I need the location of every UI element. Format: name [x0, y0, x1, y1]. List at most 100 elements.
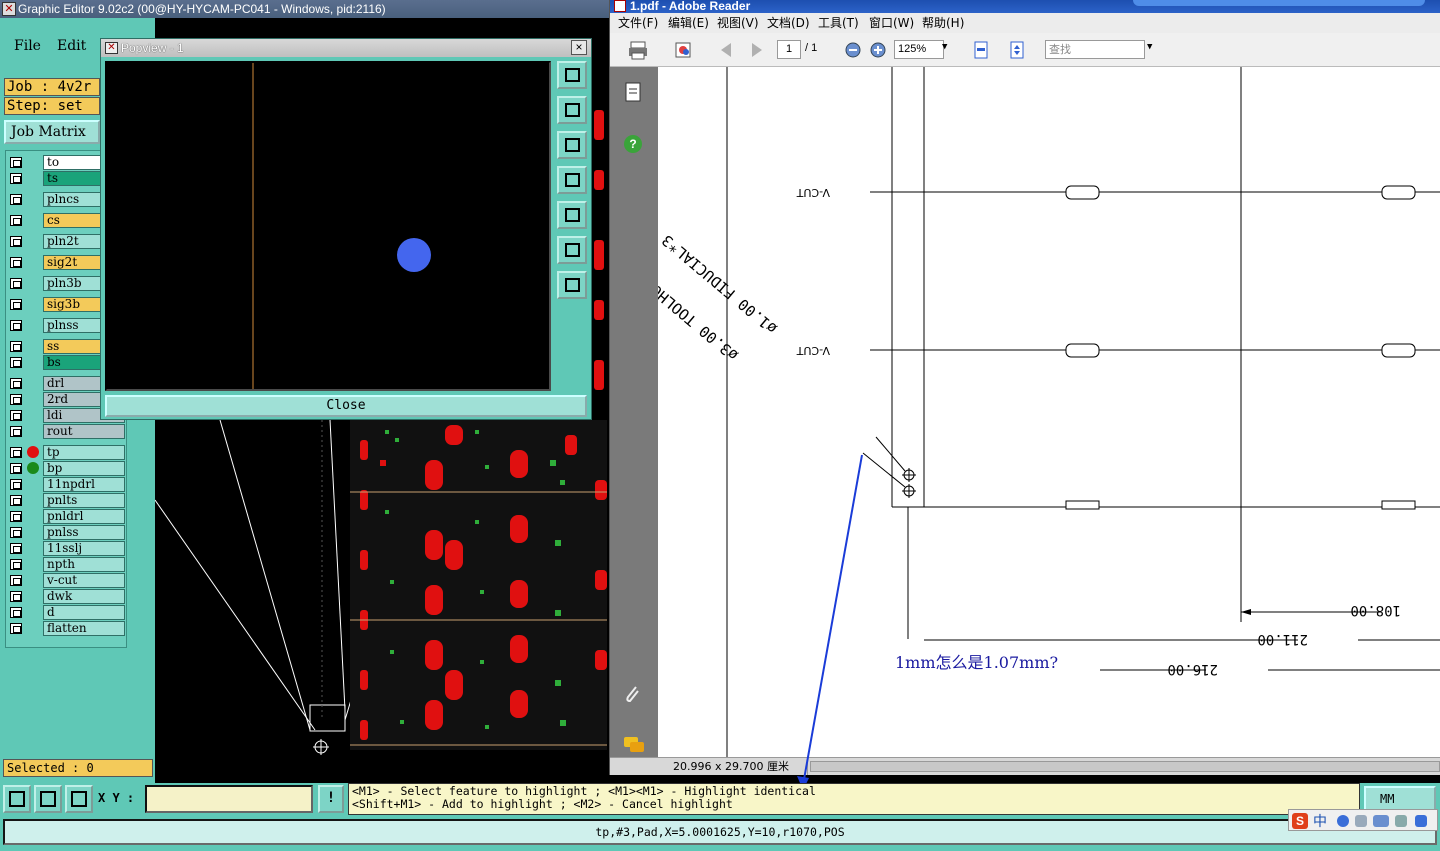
page-number-input[interactable]: 1	[777, 40, 801, 59]
layer-label[interactable]: 11npdrl	[43, 477, 125, 492]
layer-checkbox[interactable]	[10, 447, 22, 458]
popview-close-button[interactable]: Close	[105, 395, 587, 417]
layer-label[interactable]: pnldrl	[43, 509, 125, 524]
layer-checkbox[interactable]	[10, 157, 22, 168]
zoom-out-icon[interactable]	[842, 40, 864, 60]
exclaim-button[interactable]: !	[318, 785, 344, 813]
layer-checkbox[interactable]	[10, 410, 22, 421]
xy-coordinate-input[interactable]	[145, 785, 313, 813]
collaborate-icon[interactable]	[673, 40, 695, 60]
attachments-icon[interactable]	[622, 683, 644, 707]
zoom-in-icon[interactable]	[867, 40, 889, 60]
popview-zoom-window-button[interactable]	[557, 61, 587, 89]
layer-checkbox[interactable]	[10, 378, 22, 389]
layer-checkbox[interactable]	[10, 495, 22, 506]
grid-button[interactable]	[65, 785, 93, 813]
layer-checkbox[interactable]	[10, 479, 22, 490]
layer-row-11sslj[interactable]: 11sslj	[6, 541, 126, 556]
snap-button[interactable]	[3, 785, 31, 813]
layer-checkbox[interactable]	[10, 463, 22, 474]
layer-checkbox[interactable]	[10, 591, 22, 602]
horizontal-scrollbar[interactable]	[810, 761, 1440, 772]
menu-file-cn[interactable]: 文件(F)	[618, 13, 658, 33]
ime-chinese-indicator[interactable]: 中	[1313, 811, 1327, 831]
layer-label[interactable]: v-cut	[43, 573, 125, 588]
popview-canvas[interactable]	[105, 61, 551, 391]
popview-close-x-button[interactable]: ×	[571, 40, 587, 55]
menu-window-cn[interactable]: 窗口(W)	[869, 13, 914, 33]
layer-checkbox[interactable]	[10, 426, 22, 437]
layer-row-11npdrl[interactable]: 11npdrl	[6, 477, 126, 492]
zoom-level-input[interactable]: 125%	[894, 40, 944, 59]
layer-checkbox[interactable]	[10, 559, 22, 570]
layer-checkbox[interactable]	[10, 257, 22, 268]
menu-view-cn[interactable]: 视图(V)	[717, 13, 759, 33]
layer-label[interactable]: rout	[43, 424, 125, 439]
layer-label[interactable]: 11sslj	[43, 541, 125, 556]
job-matrix-button[interactable]: Job Matrix	[4, 120, 100, 144]
layer-checkbox[interactable]	[10, 299, 22, 310]
menu-edit[interactable]: Edit	[57, 38, 86, 54]
layer-checkbox[interactable]	[10, 278, 22, 289]
previous-page-icon[interactable]	[715, 40, 737, 60]
layer-checkbox[interactable]	[10, 194, 22, 205]
popview-pan-down-button[interactable]	[557, 131, 587, 159]
layer-row-pnlts[interactable]: pnlts	[6, 493, 126, 508]
graphic-canvas[interactable]	[155, 420, 607, 778]
layer-checkbox[interactable]	[10, 607, 22, 618]
layer-label[interactable]: tp	[43, 445, 125, 460]
next-page-icon[interactable]	[746, 40, 768, 60]
fit-page-icon[interactable]	[1006, 40, 1028, 60]
layer-row-bp[interactable]: bp	[6, 461, 126, 476]
keyboard-icon[interactable]	[1373, 815, 1389, 827]
moon-icon[interactable]	[1337, 815, 1349, 827]
layer-checkbox[interactable]	[10, 623, 22, 634]
punctuation-icon[interactable]	[1355, 815, 1367, 827]
print-icon[interactable]	[627, 40, 649, 60]
pages-panel-icon[interactable]	[622, 81, 644, 105]
layer-label[interactable]: d	[43, 605, 125, 620]
fit-width-icon[interactable]	[970, 40, 992, 60]
popview-pan-up-button[interactable]	[557, 96, 587, 124]
menu-document-cn[interactable]: 文档(D)	[767, 13, 810, 33]
comments-icon[interactable]	[622, 735, 646, 755]
layer-label[interactable]: pnlts	[43, 493, 125, 508]
layer-label[interactable]: npth	[43, 557, 125, 572]
layer-row-tp[interactable]: tp	[6, 445, 126, 460]
sogou-icon[interactable]: S	[1292, 813, 1308, 829]
layer-checkbox[interactable]	[10, 173, 22, 184]
menu-help-cn[interactable]: 帮助(H)	[922, 13, 964, 33]
layer-row-pnldrl[interactable]: pnldrl	[6, 509, 126, 524]
layer-checkbox[interactable]	[10, 357, 22, 368]
layer-checkbox[interactable]	[10, 543, 22, 554]
popview-pan-right-button[interactable]	[557, 201, 587, 229]
layer-label[interactable]: bp	[43, 461, 125, 476]
layer-checkbox[interactable]	[10, 575, 22, 586]
popview-zoom-in-button[interactable]	[557, 236, 587, 264]
menu-file[interactable]: File	[14, 38, 41, 54]
layer-checkbox[interactable]	[10, 394, 22, 405]
layer-label[interactable]: pnlss	[43, 525, 125, 540]
popview-zoom-out-button[interactable]	[557, 271, 587, 299]
layer-row-npth[interactable]: npth	[6, 557, 126, 572]
popview-pan-left-button[interactable]	[557, 166, 587, 194]
menu-edit-cn[interactable]: 编辑(E)	[668, 13, 709, 33]
find-input[interactable]: 查找	[1045, 40, 1145, 59]
layer-label[interactable]: flatten	[43, 621, 125, 636]
layer-checkbox[interactable]	[10, 215, 22, 226]
layer-row-rout[interactable]: rout	[6, 424, 126, 439]
wrench-icon[interactable]	[1415, 815, 1427, 827]
user-icon[interactable]	[1395, 815, 1407, 827]
find-dropdown-icon[interactable]: ▼	[1147, 42, 1152, 52]
layer-checkbox[interactable]	[10, 341, 22, 352]
layer-row-d[interactable]: d	[6, 605, 126, 620]
layer-checkbox[interactable]	[10, 236, 22, 247]
popview-titlebar[interactable]: ✕ Popview - 1 ×	[101, 39, 591, 57]
layer-row-v-cut[interactable]: v-cut	[6, 573, 126, 588]
help-icon[interactable]: ?	[622, 133, 644, 155]
menu-tools-cn[interactable]: 工具(T)	[818, 13, 859, 33]
layer-row-dwk[interactable]: dwk	[6, 589, 126, 604]
layer-checkbox[interactable]	[10, 511, 22, 522]
layer-row-pnlss[interactable]: pnlss	[6, 525, 126, 540]
layer-label[interactable]: dwk	[43, 589, 125, 604]
